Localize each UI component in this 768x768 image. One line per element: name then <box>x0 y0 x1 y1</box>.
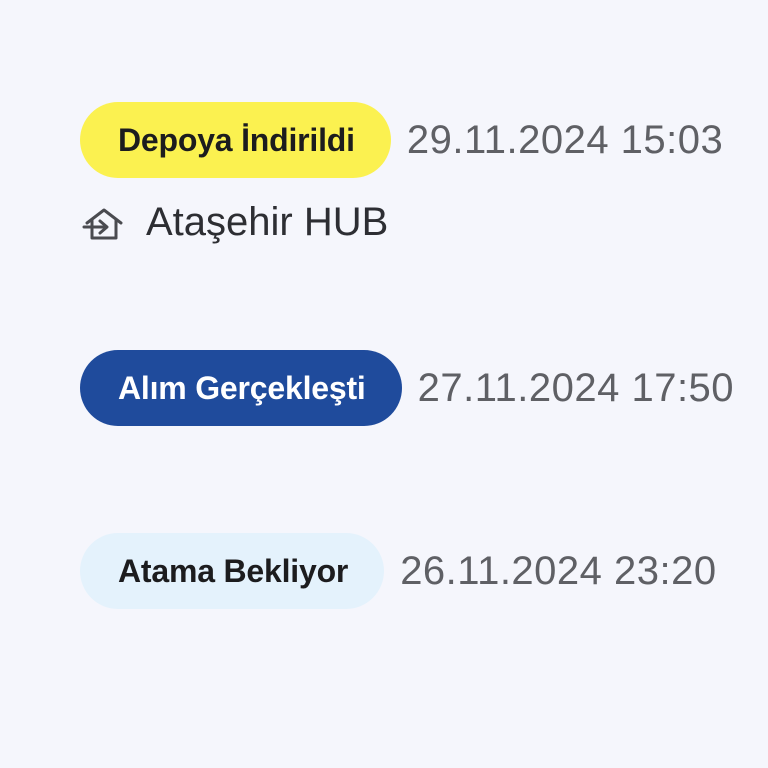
event-header: Depoya İndirildi 29.11.2024 15:03 <box>80 102 723 178</box>
event-header: Atama Bekliyor 26.11.2024 23:20 <box>80 533 717 609</box>
location-name: Ataşehir HUB <box>146 200 389 244</box>
event-timestamp: 26.11.2024 23:20 <box>400 548 717 593</box>
event-location: Ataşehir HUB <box>82 200 723 245</box>
status-badge: Depoya İndirildi <box>80 102 391 178</box>
timeline-event-awaiting-assignment: Atama Bekliyor 26.11.2024 23:20 <box>80 533 717 609</box>
event-timestamp: 27.11.2024 17:50 <box>417 365 735 410</box>
timeline-event-picked-up: Alım Gerçekleşti 27.11.2024 17:50 <box>80 350 734 426</box>
timeline-event-delivered-to-depot: Depoya İndirildi 29.11.2024 15:03 Ataşeh… <box>80 102 723 245</box>
warehouse-arrow-icon <box>82 203 126 243</box>
event-timestamp: 29.11.2024 15:03 <box>406 117 724 162</box>
status-badge: Alım Gerçekleşti <box>80 350 402 426</box>
event-header: Alım Gerçekleşti 27.11.2024 17:50 <box>80 350 734 426</box>
status-badge: Atama Bekliyor <box>80 533 385 609</box>
shipment-timeline: Depoya İndirildi 29.11.2024 15:03 Ataşeh… <box>0 0 768 768</box>
